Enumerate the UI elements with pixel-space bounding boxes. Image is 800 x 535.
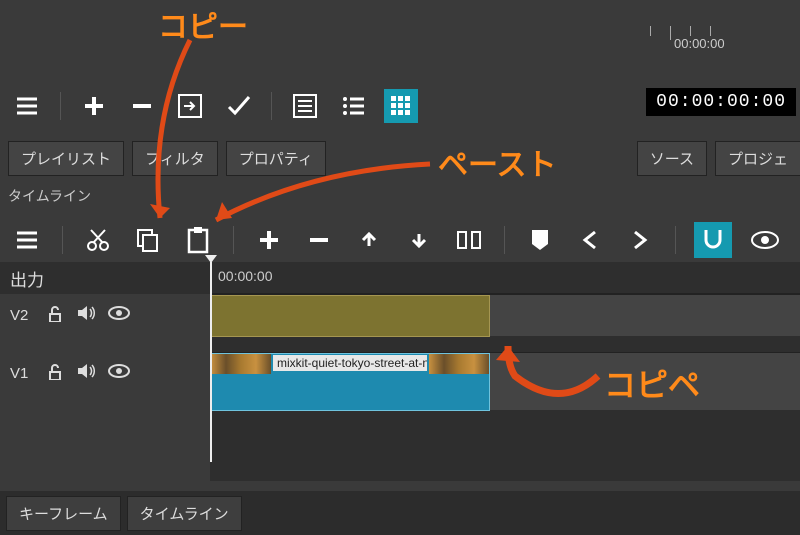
timeline-canvas[interactable]: 00:00:00 mixkit-quiet-tokyo-street-at-ni… — [210, 262, 800, 481]
tab-playlist[interactable]: プレイリスト — [8, 141, 124, 176]
tab-source[interactable]: ソース — [637, 141, 707, 176]
marker-icon[interactable] — [523, 223, 557, 257]
clip-name: mixkit-quiet-tokyo-street-at-nig — [273, 355, 427, 371]
track-v1[interactable]: mixkit-quiet-tokyo-street-at-nig — [210, 352, 800, 410]
track-v2[interactable] — [210, 294, 800, 336]
tab-project[interactable]: プロジェ — [715, 141, 800, 176]
track-label: V1 — [10, 365, 34, 382]
export-icon[interactable] — [173, 89, 207, 123]
cut-icon[interactable] — [81, 223, 115, 257]
lock-icon[interactable] — [46, 362, 64, 384]
timeline-ruler[interactable]: 00:00:00 — [210, 262, 800, 294]
scrub-icon[interactable] — [748, 223, 782, 257]
copy-icon[interactable] — [131, 223, 165, 257]
playhead[interactable] — [210, 262, 212, 462]
clip-thumbnail — [211, 354, 271, 374]
grid-view-icon[interactable] — [384, 89, 418, 123]
delete-icon[interactable] — [302, 223, 336, 257]
ruler-zero: 00:00:00 — [218, 268, 273, 284]
append-icon[interactable] — [252, 223, 286, 257]
ruler-label: 00:00:00 — [674, 36, 725, 51]
paste-icon[interactable] — [181, 223, 215, 257]
hide-icon[interactable] — [108, 305, 130, 325]
timeline-toolbar — [0, 218, 800, 262]
tab-filter[interactable]: フィルタ — [132, 141, 218, 176]
tab-timeline[interactable]: タイムライン — [127, 496, 242, 531]
track-header: 出力 V2 V1 — [0, 262, 210, 481]
add-icon[interactable] — [77, 89, 111, 123]
lock-icon[interactable] — [46, 304, 64, 326]
snap-icon[interactable] — [694, 222, 732, 258]
tab-keyframe[interactable]: キーフレーム — [6, 496, 121, 531]
timeline-panel-title: タイムライン — [8, 186, 91, 206]
menu-icon[interactable] — [10, 89, 44, 123]
detail-view-icon[interactable] — [288, 89, 322, 123]
list-view-icon[interactable] — [336, 89, 370, 123]
clip-thumbnail — [429, 354, 489, 374]
annotation-arrow — [130, 30, 250, 230]
track-row-v2[interactable]: V2 — [0, 294, 210, 336]
prev-marker-icon[interactable] — [573, 223, 607, 257]
hide-icon[interactable] — [108, 363, 130, 383]
split-icon[interactable] — [452, 223, 486, 257]
mute-icon[interactable] — [76, 363, 96, 383]
timeline-menu-icon[interactable] — [10, 223, 44, 257]
track-row-v1[interactable]: V1 — [0, 352, 210, 394]
next-marker-icon[interactable] — [623, 223, 657, 257]
clip-v1[interactable]: mixkit-quiet-tokyo-street-at-nig — [210, 353, 490, 411]
lift-icon[interactable] — [352, 223, 386, 257]
tab-property[interactable]: プロパティ — [226, 141, 326, 176]
bottom-tab-bar: キーフレーム タイムライン — [0, 491, 800, 535]
clip-v2[interactable] — [210, 295, 490, 337]
timecode-display[interactable]: 00:00:00:00 — [646, 88, 796, 116]
check-icon[interactable] — [221, 89, 255, 123]
mute-icon[interactable] — [76, 305, 96, 325]
panel-tabs: プレイリスト フィルタ プロパティ ソース プロジェ — [0, 140, 800, 176]
annotation-copy: コピー — [158, 2, 248, 46]
track-label: V2 — [10, 307, 34, 324]
preview-ruler[interactable]: 00:00:00 — [630, 26, 800, 56]
remove-icon[interactable] — [125, 89, 159, 123]
output-label: 出力 — [0, 262, 210, 294]
overwrite-icon[interactable] — [402, 223, 436, 257]
